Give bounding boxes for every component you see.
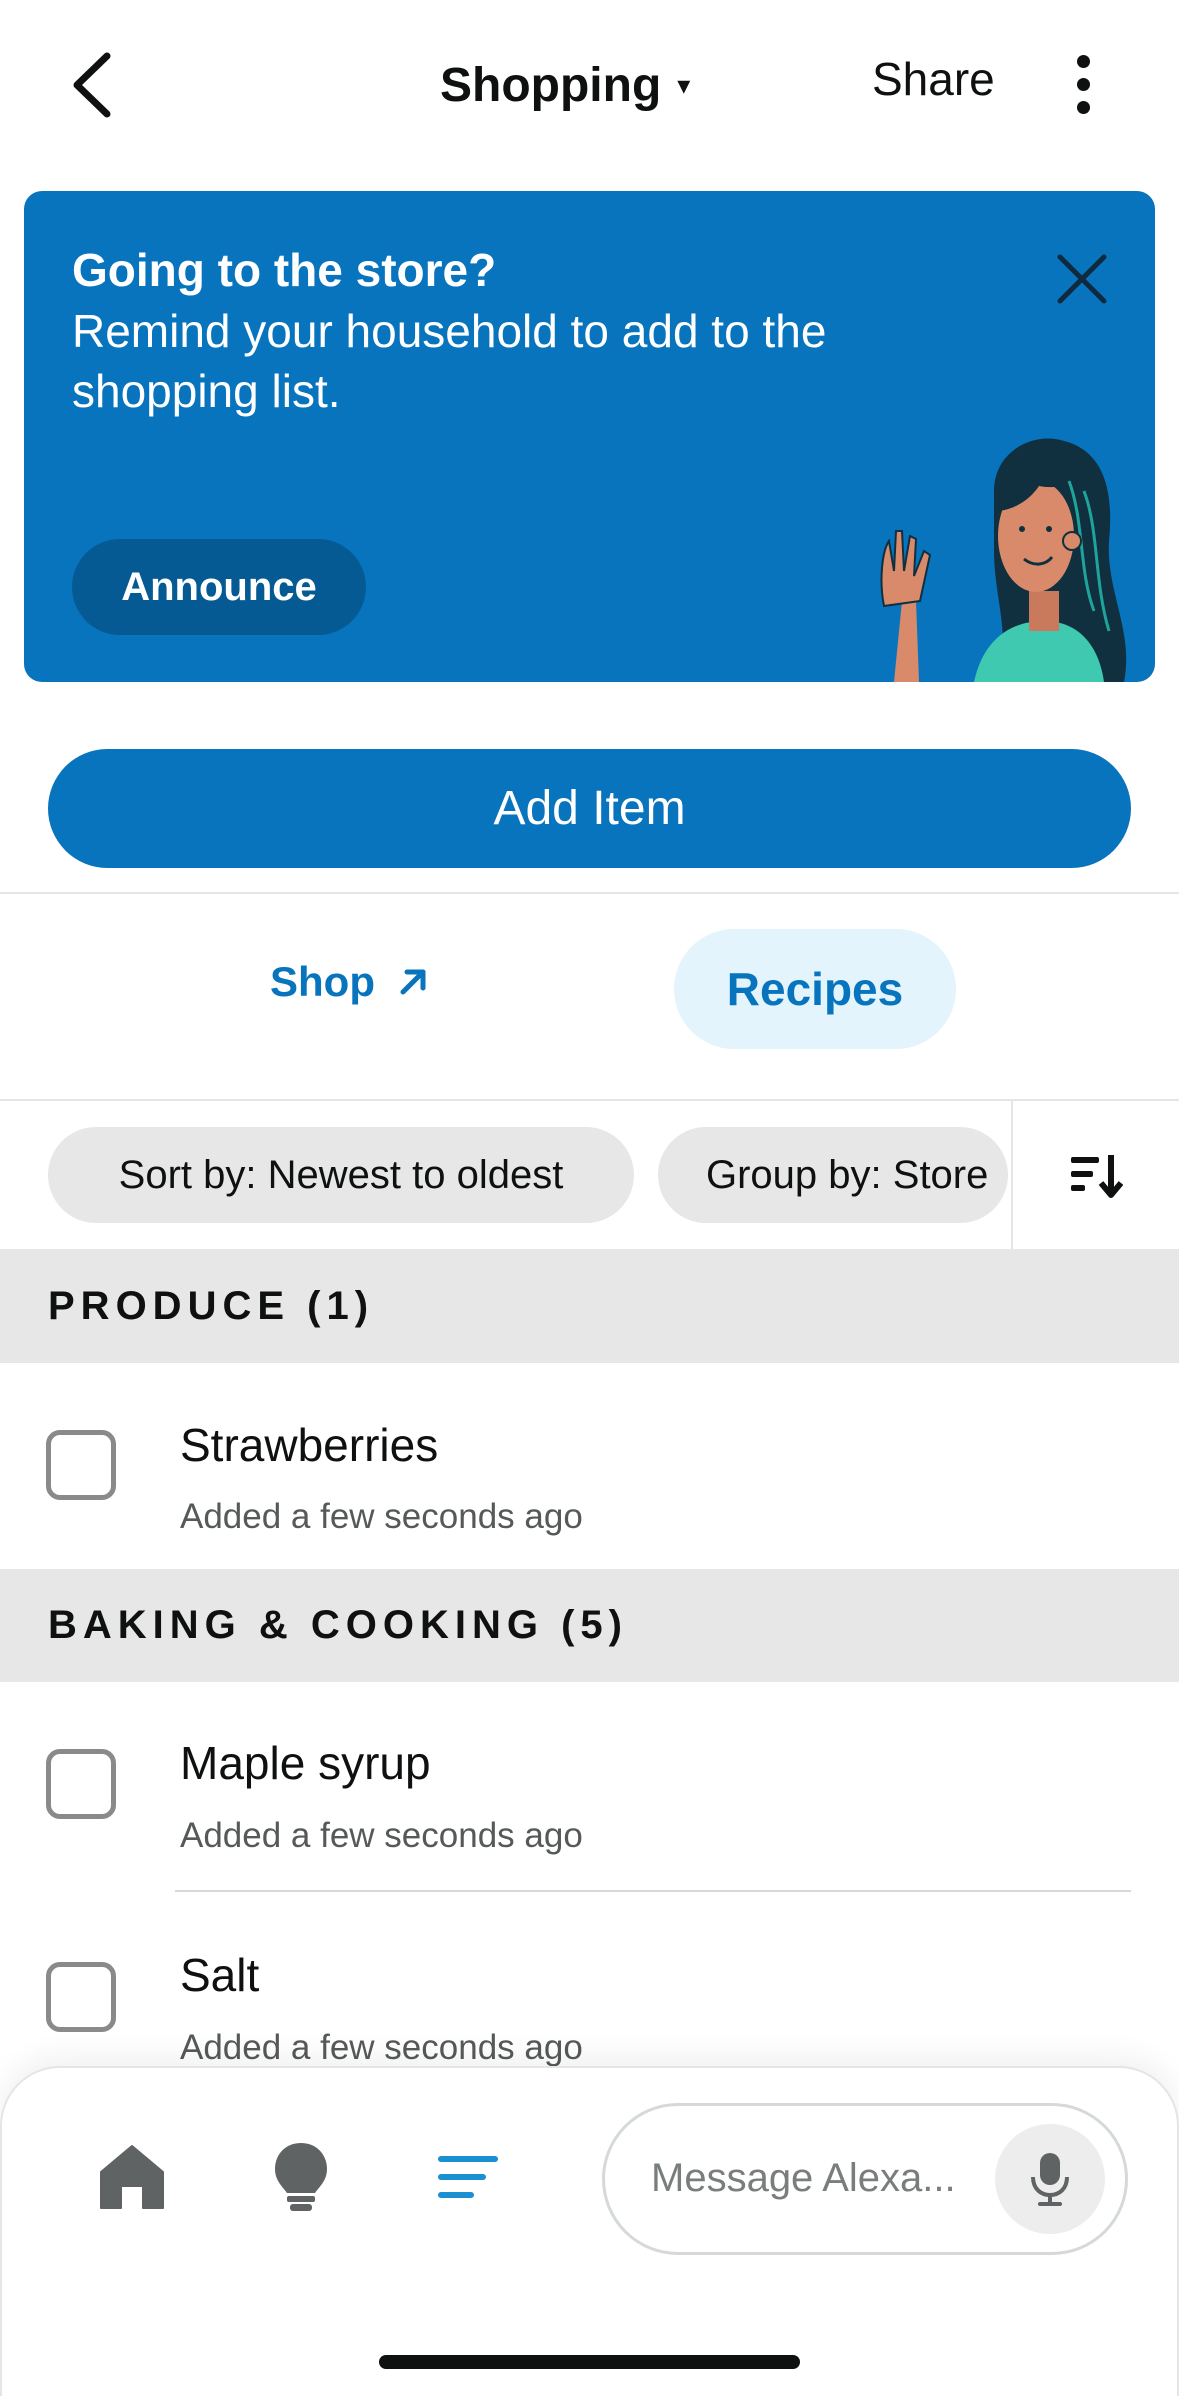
banner-title: Going to the store? [72,244,497,296]
list-selector[interactable]: Shopping ▾ [440,50,690,120]
add-item-button[interactable]: Add Item [48,749,1131,868]
lightbulb-icon [275,2143,327,2211]
shop-link[interactable]: Shop [270,958,429,1006]
store-reminder-banner: Going to the store? Remind your househol… [24,191,1155,682]
item-checkbox[interactable] [46,1962,116,2032]
mic-button[interactable] [995,2124,1105,2234]
more-vertical-icon [1076,54,1090,68]
chevron-left-icon [73,52,111,118]
nav-home[interactable] [92,2137,172,2217]
message-placeholder: Message Alexa... [651,2156,956,2200]
list-item[interactable]: Strawberries Added a few seconds ago [0,1363,1179,1569]
section-header: PRODUCE (1) [0,1249,1179,1363]
nav-devices[interactable] [261,2137,341,2217]
arrow-up-right-icon [400,969,426,995]
list-icon [438,2156,498,2198]
sort-order-button[interactable] [1011,1101,1179,1249]
divider [0,892,1179,894]
item-name: Maple syrup [180,1737,431,1789]
item-name: Salt [180,1949,260,2001]
home-icon [100,2145,164,2209]
item-timestamp: Added a few seconds ago [180,1497,583,1536]
item-name: Strawberries [180,1419,439,1471]
microphone-icon [1031,2153,1069,2206]
top-bar: Shopping ▾ Share [0,0,1179,170]
page-title: Shopping [440,58,662,112]
divider [0,1099,1179,1101]
nav-lists[interactable] [428,2137,508,2217]
share-button[interactable]: Share [872,52,995,106]
recipes-button[interactable]: Recipes [674,929,956,1049]
section-header: BAKING & COOKING (5) [0,1569,1179,1682]
home-indicator [379,2355,800,2369]
list-item[interactable]: Maple syrup Added a few seconds ago [0,1682,1179,1892]
shop-label: Shop [270,958,375,1005]
item-checkbox[interactable] [46,1430,116,1500]
group-chip[interactable]: Group by: Store [658,1127,1008,1223]
banner-close-button[interactable] [1052,249,1112,309]
waving-woman-illustration [880,438,1127,682]
message-alexa-input[interactable]: Message Alexa... [602,2103,1128,2255]
list-item[interactable]: Salt Added a few seconds ago [0,1892,1179,2082]
item-timestamp: Added a few seconds ago [180,2028,583,2067]
close-icon [1057,254,1107,304]
sort-chip[interactable]: Sort by: Newest to oldest [48,1127,634,1223]
item-timestamp: Added a few seconds ago [180,1816,583,1855]
more-options-button[interactable] [1058,44,1108,124]
sort-descending-icon [1071,1155,1123,1198]
back-button[interactable] [56,40,126,130]
item-checkbox[interactable] [46,1749,116,1819]
caret-down-icon: ▾ [677,69,691,100]
announce-button[interactable]: Announce [72,539,366,635]
banner-body: Remind your household to add to the shop… [72,305,827,417]
